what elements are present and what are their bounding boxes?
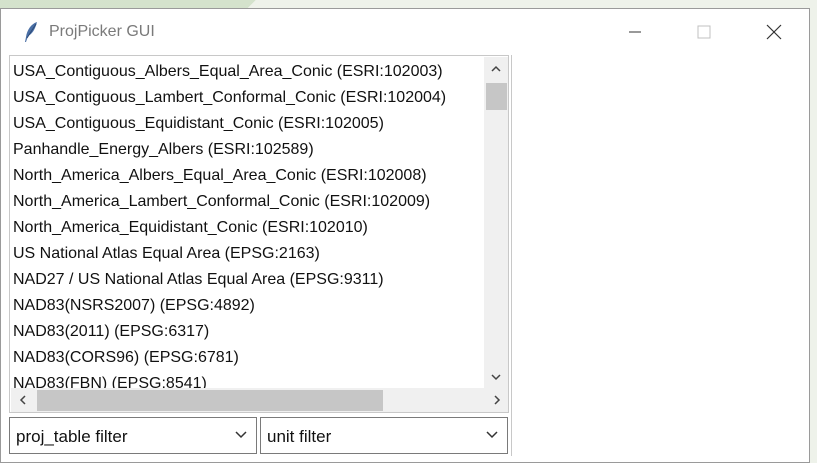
list-item[interactable]: USA_Contiguous_Albers_Equal_Area_Conic (… — [13, 59, 483, 85]
chevron-down-icon — [491, 373, 501, 380]
maximize-icon — [697, 25, 711, 39]
list-item[interactable]: North_America_Lambert_Conformal_Conic (E… — [13, 189, 483, 215]
close-icon — [766, 24, 782, 40]
list-item[interactable]: NAD27 / US National Atlas Equal Area (EP… — [13, 267, 483, 293]
unit-filter-value: unit filter — [267, 427, 332, 446]
chevron-right-icon — [493, 395, 500, 405]
list-item[interactable]: US National Atlas Equal Area (EPSG:2163) — [13, 241, 483, 267]
vertical-scroll-thumb[interactable] — [486, 83, 507, 110]
minimize-button[interactable] — [612, 17, 658, 47]
vertical-scrollbar[interactable] — [484, 57, 508, 388]
list-item[interactable]: North_America_Albers_Equal_Area_Conic (E… — [13, 163, 483, 189]
window-title: ProjPicker GUI — [49, 23, 155, 40]
unit-filter-dropdown[interactable]: unit filter — [260, 417, 508, 454]
list-item[interactable]: North_America_Equidistant_Conic (ESRI:10… — [13, 215, 483, 241]
scroll-left-button[interactable] — [11, 388, 33, 412]
main-content: USA_Contiguous_Albers_Equal_Area_Conic (… — [9, 55, 809, 456]
list-item[interactable]: USA_Contiguous_Equidistant_Conic (ESRI:1… — [13, 111, 483, 137]
chevron-up-icon — [491, 65, 501, 72]
close-button[interactable] — [751, 17, 797, 47]
scroll-up-button[interactable] — [484, 57, 508, 79]
horizontal-scroll-thumb[interactable] — [37, 390, 383, 411]
list-item[interactable]: Panhandle_Energy_Albers (ESRI:102589) — [13, 137, 483, 163]
proj-table-filter-value: proj_table filter — [16, 427, 128, 446]
feather-icon — [25, 22, 37, 42]
list-item[interactable]: USA_Contiguous_Lambert_Conformal_Conic (… — [13, 85, 483, 111]
list-item[interactable]: NAD83(2011) (EPSG:6317) — [13, 319, 483, 345]
list-item[interactable]: NAD83(CORS96) (EPSG:6781) — [13, 345, 483, 371]
list-item[interactable]: NAD83(NSRS2007) (EPSG:4892) — [13, 293, 483, 319]
chevron-left-icon — [19, 395, 26, 405]
chevron-down-icon — [235, 431, 247, 439]
title-bar[interactable]: ProjPicker GUI — [1, 9, 809, 55]
projection-listbox[interactable]: USA_Contiguous_Albers_Equal_Area_Conic (… — [9, 55, 509, 413]
minimize-icon — [629, 31, 641, 33]
proj-table-filter-dropdown[interactable]: proj_table filter — [9, 417, 257, 454]
horizontal-scrollbar[interactable] — [11, 388, 508, 412]
scroll-right-button[interactable] — [486, 388, 508, 412]
projpicker-window: ProjPicker GUI USA_Contiguous_Albers_Equ… — [0, 8, 810, 463]
projection-list: USA_Contiguous_Albers_Equal_Area_Conic (… — [13, 59, 483, 397]
scroll-down-button[interactable] — [484, 366, 508, 388]
projection-info-panel — [511, 55, 809, 456]
maximize-button[interactable] — [681, 17, 727, 47]
chevron-down-icon — [486, 431, 498, 439]
